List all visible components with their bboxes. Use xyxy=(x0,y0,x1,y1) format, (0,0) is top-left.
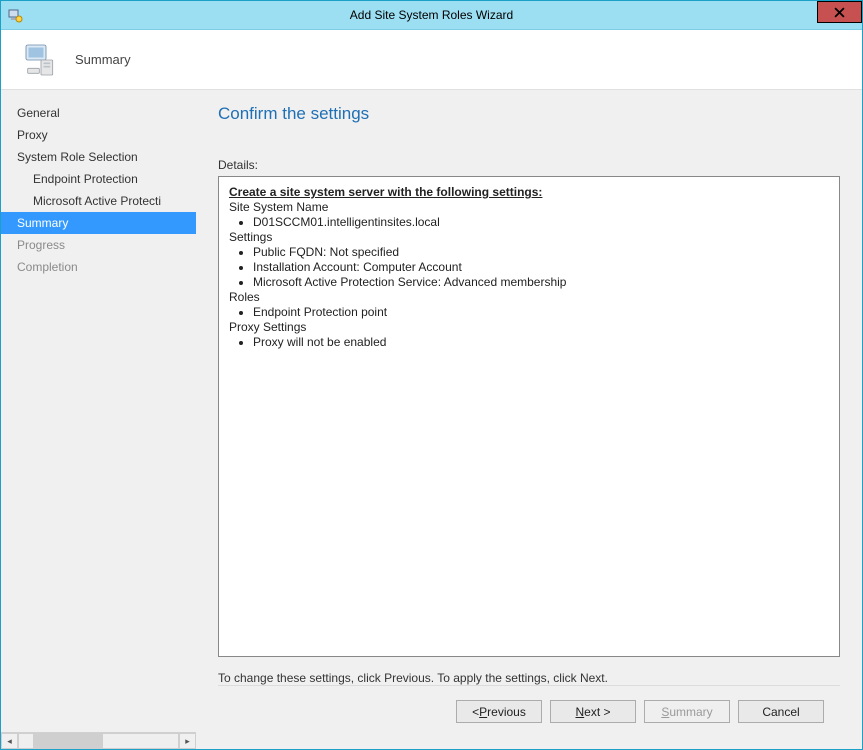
page-title: Confirm the settings xyxy=(218,104,840,124)
details-box[interactable]: Create a site system server with the fol… xyxy=(218,176,840,657)
nav-item-progress: Progress xyxy=(1,234,196,256)
wizard-header: Summary xyxy=(1,30,862,90)
cancel-button[interactable]: Cancel xyxy=(738,700,824,723)
title-bar: Add Site System Roles Wizard xyxy=(1,1,862,30)
site-system-name-label: Site System Name xyxy=(229,200,829,215)
nav-item-microsoft-active-protecti[interactable]: Microsoft Active Protecti xyxy=(1,190,196,212)
details-heading: Create a site system server with the fol… xyxy=(229,185,829,200)
next-button[interactable]: Next > xyxy=(550,700,636,723)
scroll-left-arrow[interactable]: ◂ xyxy=(1,733,18,749)
nav-item-completion: Completion xyxy=(1,256,196,278)
settings-list: Public FQDN: Not specifiedInstallation A… xyxy=(253,245,829,290)
list-item: Public FQDN: Not specified xyxy=(253,245,829,260)
proxy-list: Proxy will not be enabled xyxy=(253,335,829,350)
previous-button[interactable]: < Previous xyxy=(456,700,542,723)
site-system-name-list: D01SCCM01.intelligentinsites.local xyxy=(253,215,829,230)
summary-button: Summary xyxy=(644,700,730,723)
close-button[interactable] xyxy=(817,1,862,23)
main-panel: Confirm the settings Details: Create a s… xyxy=(196,90,862,749)
nav-list: GeneralProxySystem Role SelectionEndpoin… xyxy=(1,90,196,732)
list-item: D01SCCM01.intelligentinsites.local xyxy=(253,215,829,230)
wizard-body: GeneralProxySystem Role SelectionEndpoin… xyxy=(1,90,862,749)
nav-item-endpoint-protection[interactable]: Endpoint Protection xyxy=(1,168,196,190)
proxy-label: Proxy Settings xyxy=(229,320,829,335)
nav-item-proxy[interactable]: Proxy xyxy=(1,124,196,146)
nav-item-system-role-selection[interactable]: System Role Selection xyxy=(1,146,196,168)
window-title: Add Site System Roles Wizard xyxy=(350,8,513,22)
sidebar: GeneralProxySystem Role SelectionEndpoin… xyxy=(1,90,196,749)
scroll-track[interactable] xyxy=(18,733,179,749)
computer-icon xyxy=(21,40,61,80)
wizard-window: Add Site System Roles Wizard Summary Gen… xyxy=(0,0,863,750)
list-item: Microsoft Active Protection Service: Adv… xyxy=(253,275,829,290)
nav-item-summary[interactable]: Summary xyxy=(1,212,196,234)
scroll-thumb[interactable] xyxy=(33,734,103,748)
list-item: Proxy will not be enabled xyxy=(253,335,829,350)
list-item: Installation Account: Computer Account xyxy=(253,260,829,275)
details-label: Details: xyxy=(218,158,840,172)
footer: < Previous Next > Summary Cancel xyxy=(218,685,840,737)
hint-text: To change these settings, click Previous… xyxy=(218,671,840,685)
header-step-title: Summary xyxy=(75,52,131,67)
roles-list: Endpoint Protection point xyxy=(253,305,829,320)
app-icon xyxy=(7,7,23,23)
nav-item-general[interactable]: General xyxy=(1,102,196,124)
scroll-right-arrow[interactable]: ▸ xyxy=(179,733,196,749)
roles-label: Roles xyxy=(229,290,829,305)
list-item: Endpoint Protection point xyxy=(253,305,829,320)
sidebar-scrollbar[interactable]: ◂ ▸ xyxy=(1,732,196,749)
settings-label: Settings xyxy=(229,230,829,245)
